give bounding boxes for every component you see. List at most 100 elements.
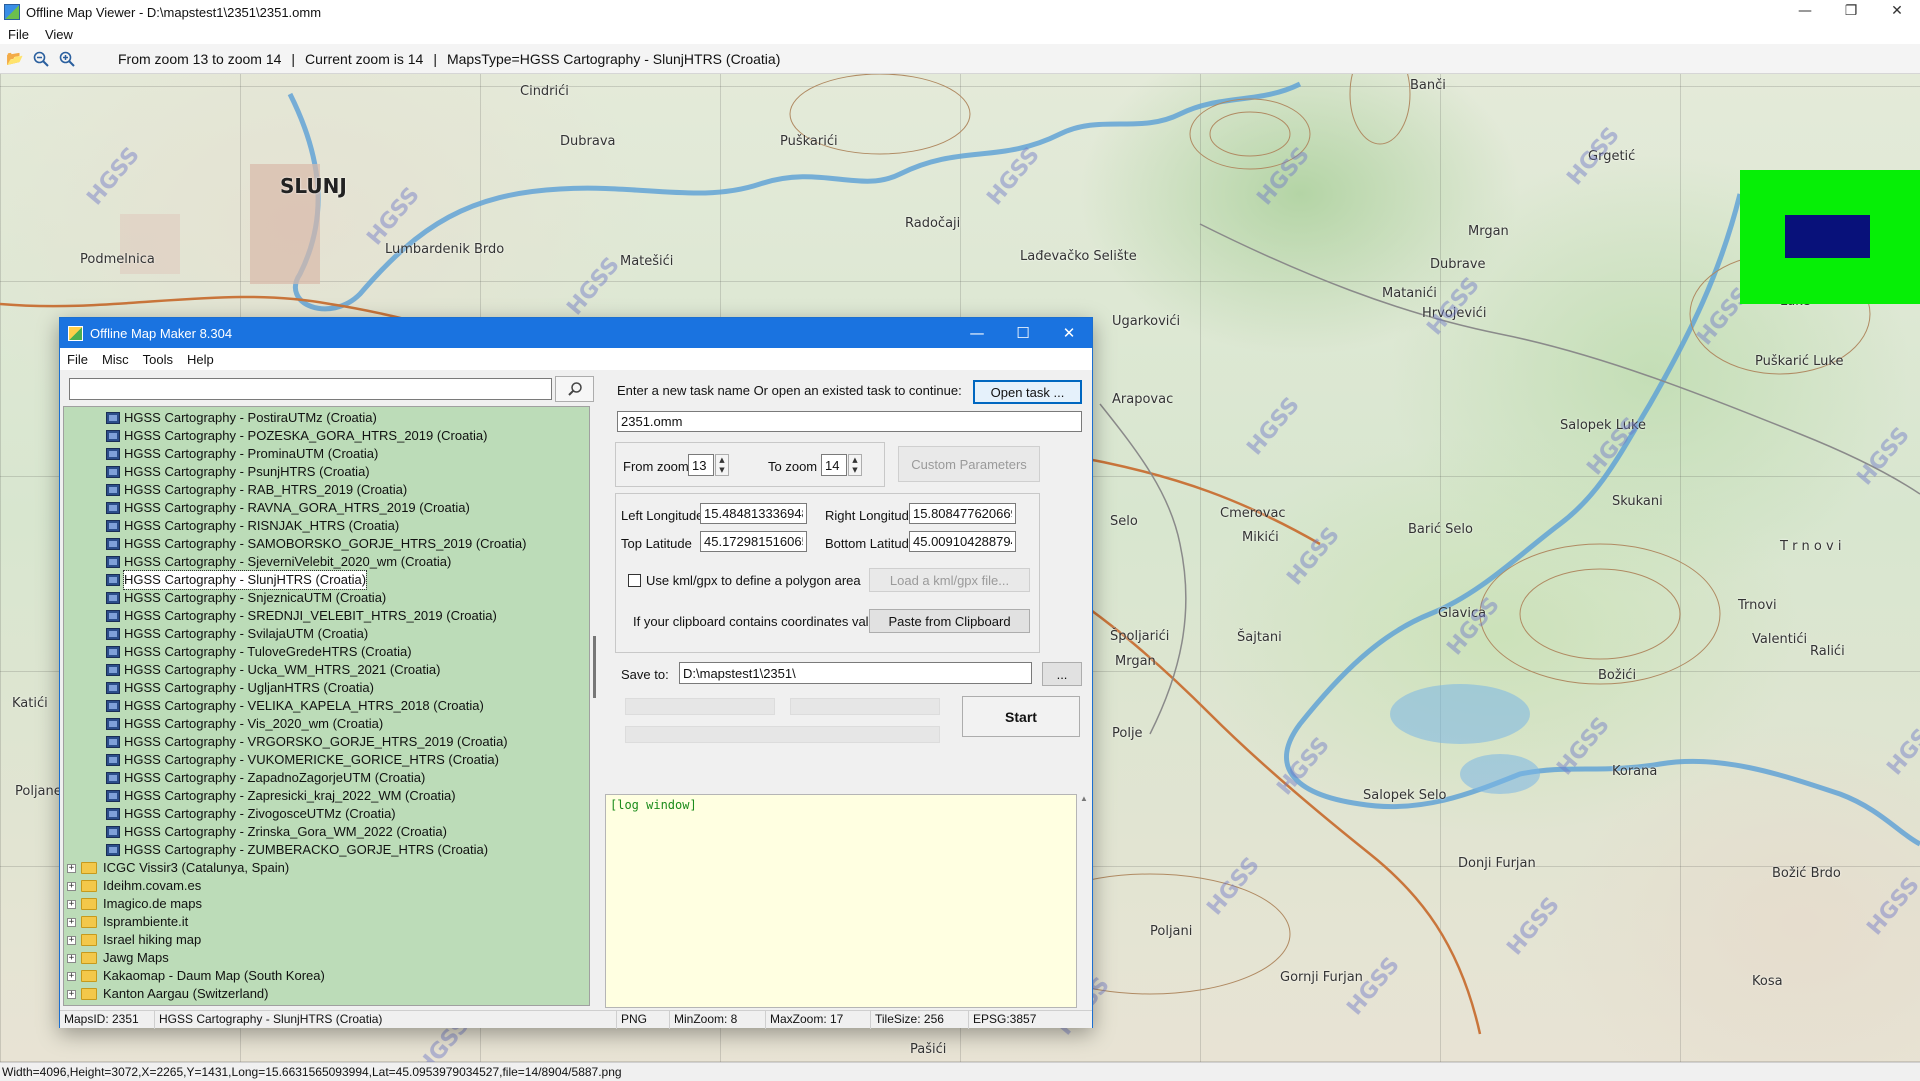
tree-item-label: HGSS Cartography - RAB_HTRS_2019 (Croati…: [124, 482, 408, 497]
tree-item-label: HGSS Cartography - SvilajaUTM (Croatia): [124, 626, 369, 641]
dialog-minimize-button[interactable]: —: [954, 318, 1000, 348]
map-layer-icon: [106, 466, 120, 478]
tree-scroll-thumb[interactable]: [593, 636, 596, 698]
overview-viewport[interactable]: [1785, 215, 1870, 258]
dialog-maximize-button[interactable]: ☐: [1000, 318, 1046, 348]
maximize-button[interactable]: ❐: [1828, 0, 1874, 24]
minimize-button[interactable]: —: [1782, 0, 1828, 24]
map-layer-icon: [106, 700, 120, 712]
tree-item[interactable]: HGSS Cartography - UgljanHTRS (Croatia): [106, 679, 374, 697]
top-latitude-input[interactable]: [700, 531, 807, 552]
dialog-menu-help[interactable]: Help: [180, 352, 221, 367]
tree-item[interactable]: HGSS Cartography - TuloveGredeHTRS (Croa…: [106, 643, 412, 661]
dialog-close-button[interactable]: ✕: [1046, 318, 1092, 348]
browse-button[interactable]: ...: [1042, 662, 1082, 686]
tree-item[interactable]: HGSS Cartography - RAVNA_GORA_HTRS_2019 …: [106, 499, 470, 517]
to-zoom-input[interactable]: [821, 454, 847, 476]
tree-item[interactable]: HGSS Cartography - PostiraUTMz (Croatia): [106, 409, 377, 427]
use-kml-label: Use kml/gpx to define a polygon area: [646, 573, 861, 588]
tree-item[interactable]: HGSS Cartography - SlunjHTRS (Croatia): [106, 570, 368, 590]
log-window[interactable]: [log window]: [605, 794, 1077, 1008]
tree-folder-label: ICGC Vissir3 (Catalunya, Spain): [103, 860, 290, 875]
tree-item[interactable]: HGSS Cartography - PsunjHTRS (Croatia): [106, 463, 370, 481]
map-place-label: SLUNJ: [280, 174, 347, 198]
expand-icon[interactable]: +: [67, 935, 76, 945]
tree-item[interactable]: HGSS Cartography - RISNJAK_HTRS (Croatia…: [106, 517, 399, 535]
expand-icon[interactable]: +: [67, 899, 76, 909]
paste-clipboard-button[interactable]: Paste from Clipboard: [869, 609, 1030, 633]
tree-folder[interactable]: + Israel hiking map: [67, 931, 201, 949]
tree-folder-label: Jawg Maps: [103, 950, 169, 965]
right-longitude-input[interactable]: [909, 503, 1016, 524]
tree-item[interactable]: HGSS Cartography - SREDNJI_VELEBIT_HTRS_…: [106, 607, 497, 625]
tree-item[interactable]: HGSS Cartography - SjeverniVelebit_2020_…: [106, 553, 451, 571]
search-button[interactable]: [555, 376, 594, 402]
map-place-label: Poljane: [15, 784, 62, 799]
map-place-label: Ugarkovići: [1112, 314, 1181, 329]
tree-folder[interactable]: + ICGC Vissir3 (Catalunya, Spain): [67, 859, 289, 877]
menu-file[interactable]: File: [0, 27, 37, 42]
tree-item[interactable]: HGSS Cartography - Vis_2020_wm (Croatia): [106, 715, 383, 733]
expand-icon[interactable]: +: [67, 971, 76, 981]
zoom-in-icon[interactable]: [56, 48, 78, 70]
tree-item[interactable]: HGSS Cartography - Zrinska_Gora_WM_2022 …: [106, 823, 447, 841]
left-longitude-input[interactable]: [700, 503, 807, 524]
tree-item[interactable]: HGSS Cartography - ZUMBERACKO_GORJE_HTRS…: [106, 841, 488, 859]
tree-item[interactable]: HGSS Cartography - ProminaUTM (Croatia): [106, 445, 378, 463]
tree-item[interactable]: HGSS Cartography - Ucka_WM_HTRS_2021 (Cr…: [106, 661, 440, 679]
close-button[interactable]: ✕: [1874, 0, 1920, 24]
tree-item[interactable]: HGSS Cartography - ZapadnoZagorjeUTM (Cr…: [106, 769, 425, 787]
tree-item[interactable]: HGSS Cartography - VUKOMERICKE_GORICE_HT…: [106, 751, 499, 769]
tree-item-label: HGSS Cartography - TuloveGredeHTRS (Croa…: [124, 644, 412, 659]
tree-item[interactable]: HGSS Cartography - VELIKA_KAPELA_HTRS_20…: [106, 697, 484, 715]
tree-item[interactable]: HGSS Cartography - VRGORSKO_GORJE_HTRS_2…: [106, 733, 508, 751]
dialog-menu-tools[interactable]: Tools: [136, 352, 180, 367]
tree-item[interactable]: HGSS Cartography - POZESKA_GORA_HTRS_201…: [106, 427, 487, 445]
maps-tree[interactable]: HGSS Cartography - PostiraUTMz (Croatia)…: [63, 406, 590, 1006]
open-task-button[interactable]: Open task ...: [973, 380, 1082, 404]
load-kml-button[interactable]: Load a kml/gpx file...: [869, 568, 1030, 592]
tree-folder[interactable]: + Kakaomap - Daum Map (South Korea): [67, 967, 325, 985]
expand-icon[interactable]: +: [67, 863, 76, 873]
expand-icon[interactable]: +: [67, 953, 76, 963]
to-zoom-stepper[interactable]: ▲ ▼: [848, 454, 862, 476]
from-zoom-stepper[interactable]: ▲ ▼: [715, 454, 729, 476]
tree-item[interactable]: HGSS Cartography - SAMOBORSKO_GORJE_HTRS…: [106, 535, 526, 553]
expand-icon[interactable]: +: [67, 917, 76, 927]
start-button[interactable]: Start: [962, 696, 1080, 737]
log-scrollbar[interactable]: ▲: [1077, 794, 1091, 1008]
bottom-latitude-input[interactable]: [909, 531, 1016, 552]
task-name-input[interactable]: [617, 411, 1082, 432]
task-prompt-label: Enter a new task name Or open an existed…: [617, 383, 962, 398]
dialog-menu-misc[interactable]: Misc: [95, 352, 136, 367]
tree-folder[interactable]: + Jawg Maps: [67, 949, 169, 967]
save-path-input[interactable]: [679, 662, 1032, 684]
dialog-menu-file[interactable]: File: [60, 352, 95, 367]
map-place-label: Lađevačko Selište: [1020, 249, 1137, 264]
from-zoom-input[interactable]: [688, 454, 714, 476]
tree-item[interactable]: HGSS Cartography - ZivogosceUTMz (Croati…: [106, 805, 396, 823]
tree-folder[interactable]: + Isprambiente.it: [67, 913, 188, 931]
tree-folder[interactable]: + Ideihm.covam.es: [67, 877, 201, 895]
expand-icon[interactable]: +: [67, 989, 76, 999]
tree-scrollbar[interactable]: [591, 406, 603, 1006]
tree-item[interactable]: HGSS Cartography - Zapresicki_kraj_2022_…: [106, 787, 456, 805]
expand-icon[interactable]: +: [67, 881, 76, 891]
tree-item[interactable]: HGSS Cartography - RAB_HTRS_2019 (Croati…: [106, 481, 407, 499]
tree-folder[interactable]: + Imagico.de maps: [67, 895, 202, 913]
zoom-out-icon[interactable]: [30, 48, 52, 70]
folder-icon: [81, 952, 97, 964]
tree-item-label: HGSS Cartography - SjeverniVelebit_2020_…: [124, 554, 452, 569]
folder-open-icon[interactable]: 📂: [4, 48, 26, 70]
dialog-title: Offline Map Maker 8.304: [90, 325, 233, 341]
tree-item[interactable]: HGSS Cartography - SnjeznicaUTM (Croatia…: [106, 589, 386, 607]
tree-folder[interactable]: + Kanton Aargau (Switzerland): [67, 985, 268, 1003]
custom-parameters-button[interactable]: Custom Parameters: [898, 446, 1040, 482]
menu-view[interactable]: View: [37, 27, 81, 42]
use-kml-checkbox[interactable]: [628, 574, 641, 587]
map-search-input[interactable]: [69, 378, 552, 400]
overview-minimap[interactable]: [1740, 170, 1920, 304]
tree-item[interactable]: HGSS Cartography - SvilajaUTM (Croatia): [106, 625, 368, 643]
tree-item-label: HGSS Cartography - VELIKA_KAPELA_HTRS_20…: [124, 698, 484, 713]
dialog-statusbar: MapsID: 2351 HGSS Cartography - SlunjHTR…: [60, 1010, 1092, 1029]
